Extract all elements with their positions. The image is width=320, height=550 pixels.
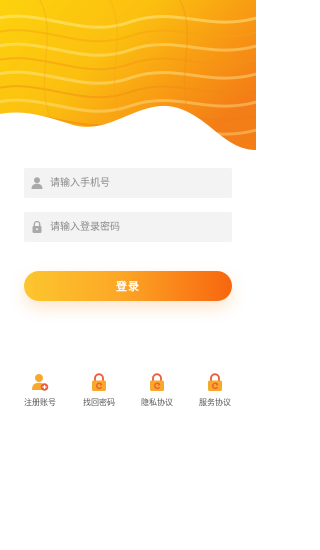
lock-reset-icon xyxy=(92,373,106,391)
service-agreement-link[interactable]: 服务协议 xyxy=(190,372,240,408)
wave-graphic xyxy=(0,0,256,150)
phone-field[interactable] xyxy=(24,168,232,198)
phone-input[interactable] xyxy=(50,168,226,198)
header-wave-banner xyxy=(0,0,256,150)
login-button[interactable]: 登录 xyxy=(24,271,232,301)
register-link[interactable]: 注册账号 xyxy=(15,372,65,408)
service-agreement-label: 服务协议 xyxy=(199,398,231,407)
privacy-policy-label: 隐私协议 xyxy=(141,398,173,407)
password-field[interactable] xyxy=(24,212,232,242)
register-label: 注册账号 xyxy=(24,398,56,407)
privacy-policy-link[interactable]: 隐私协议 xyxy=(132,372,182,408)
lock-icon xyxy=(32,220,42,233)
lock-reset-icon xyxy=(150,373,164,391)
user-add-icon xyxy=(32,374,49,391)
footer-links: 注册账号 找回密码 隐私协议 服务协议 xyxy=(0,372,256,412)
user-icon xyxy=(31,177,43,189)
lock-reset-icon xyxy=(208,373,222,391)
password-input[interactable] xyxy=(50,212,226,242)
recover-password-link[interactable]: 找回密码 xyxy=(74,372,124,408)
recover-password-label: 找回密码 xyxy=(83,398,115,407)
